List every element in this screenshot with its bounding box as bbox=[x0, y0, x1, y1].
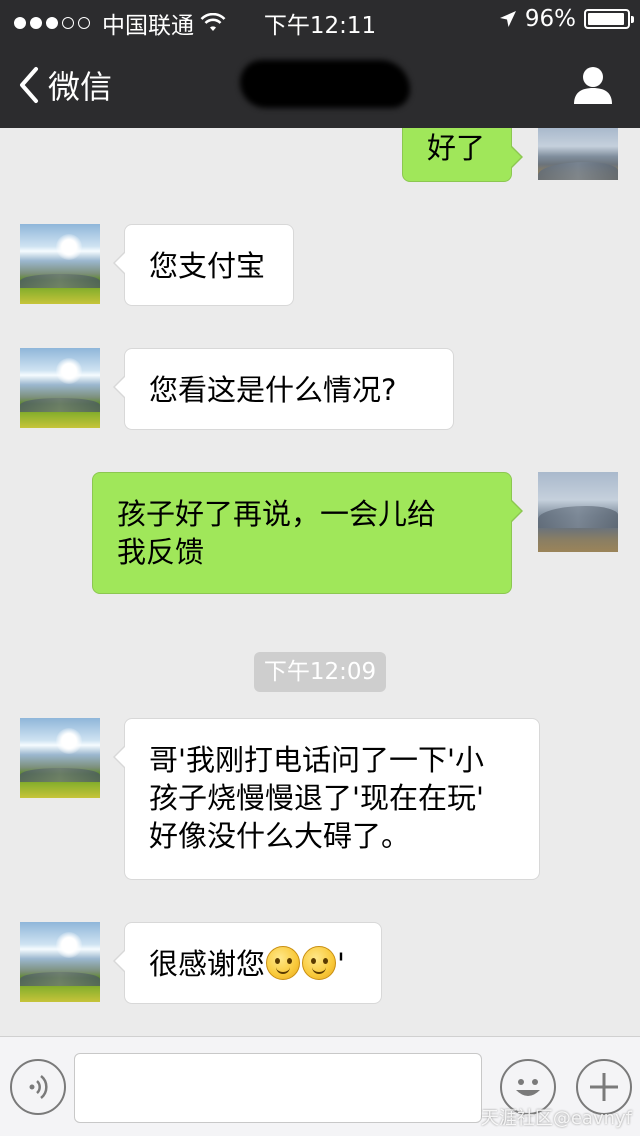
smiley-emoji-icon bbox=[302, 946, 337, 980]
message-input[interactable] bbox=[74, 1053, 482, 1123]
message-bubble-in[interactable]: 哥'我刚打电话问了一下'小 孩子烧慢慢退了'现在在玩' 好像没什么大碍了。 bbox=[113, 718, 540, 880]
smiley-emoji-icon bbox=[266, 946, 301, 980]
message-bubble-in[interactable]: 很感谢您 ' bbox=[113, 922, 382, 1004]
battery-percent: 96% bbox=[524, 6, 576, 32]
message-text-suffix: ' bbox=[337, 947, 345, 981]
back-button[interactable]: 微信 bbox=[16, 62, 112, 108]
watermark: 天涯社区@eavnyf bbox=[480, 1108, 632, 1129]
battery-fill bbox=[588, 13, 625, 25]
message-bubble-in[interactable]: 您支付宝 bbox=[113, 224, 294, 306]
contact-avatar[interactable] bbox=[20, 348, 100, 428]
message-text: 好了 bbox=[427, 131, 486, 165]
voice-icon bbox=[29, 1075, 48, 1099]
message-bubble-out[interactable]: 孩子好了再说，一会儿给 我反馈 bbox=[92, 472, 523, 594]
chat-area[interactable]: 好了 您支付宝 您看这是什么情况? 孩子好了再说，一会儿给 我反馈 下午12:0… bbox=[0, 128, 640, 1036]
status-bar: 中国联通 下午12:11 96% bbox=[0, 0, 640, 40]
nav-bar: 微信 bbox=[0, 40, 640, 128]
message-line: 好像没什么大碍了。 bbox=[149, 819, 411, 853]
message-line: 哥'我刚打电话问了一下'小 bbox=[149, 743, 484, 777]
back-chevron-icon bbox=[20, 67, 38, 103]
message-line: 我反馈 bbox=[117, 535, 205, 569]
status-right: 96% bbox=[499, 6, 634, 32]
my-avatar[interactable] bbox=[538, 472, 618, 552]
contact-avatar[interactable] bbox=[20, 922, 100, 1002]
contact-avatar[interactable] bbox=[20, 718, 100, 798]
voice-button[interactable] bbox=[10, 1059, 66, 1115]
message-bubble-out[interactable]: 好了 bbox=[402, 128, 523, 182]
profile-icon[interactable] bbox=[572, 64, 614, 106]
input-bar: 天涯社区@eavnyf bbox=[0, 1036, 640, 1136]
back-label: 微信 bbox=[48, 68, 113, 106]
message-text: 您支付宝 bbox=[149, 249, 266, 283]
message-line: 孩子烧慢慢退了'现在在玩' bbox=[149, 781, 484, 815]
message-text: 很感谢您 bbox=[149, 947, 266, 981]
chat-title bbox=[240, 60, 410, 108]
message-line: 孩子好了再说，一会儿给 bbox=[117, 497, 437, 531]
my-avatar[interactable] bbox=[538, 128, 618, 180]
message-text: 您看这是什么情况? bbox=[149, 373, 397, 407]
message-bubble-in[interactable]: 您看这是什么情况? bbox=[113, 348, 454, 430]
battery-icon bbox=[584, 9, 634, 29]
location-arrow-icon bbox=[499, 11, 516, 27]
time-separator: 下午12:09 bbox=[254, 652, 386, 692]
redaction-scribble bbox=[240, 60, 410, 108]
contact-avatar[interactable] bbox=[20, 224, 100, 304]
